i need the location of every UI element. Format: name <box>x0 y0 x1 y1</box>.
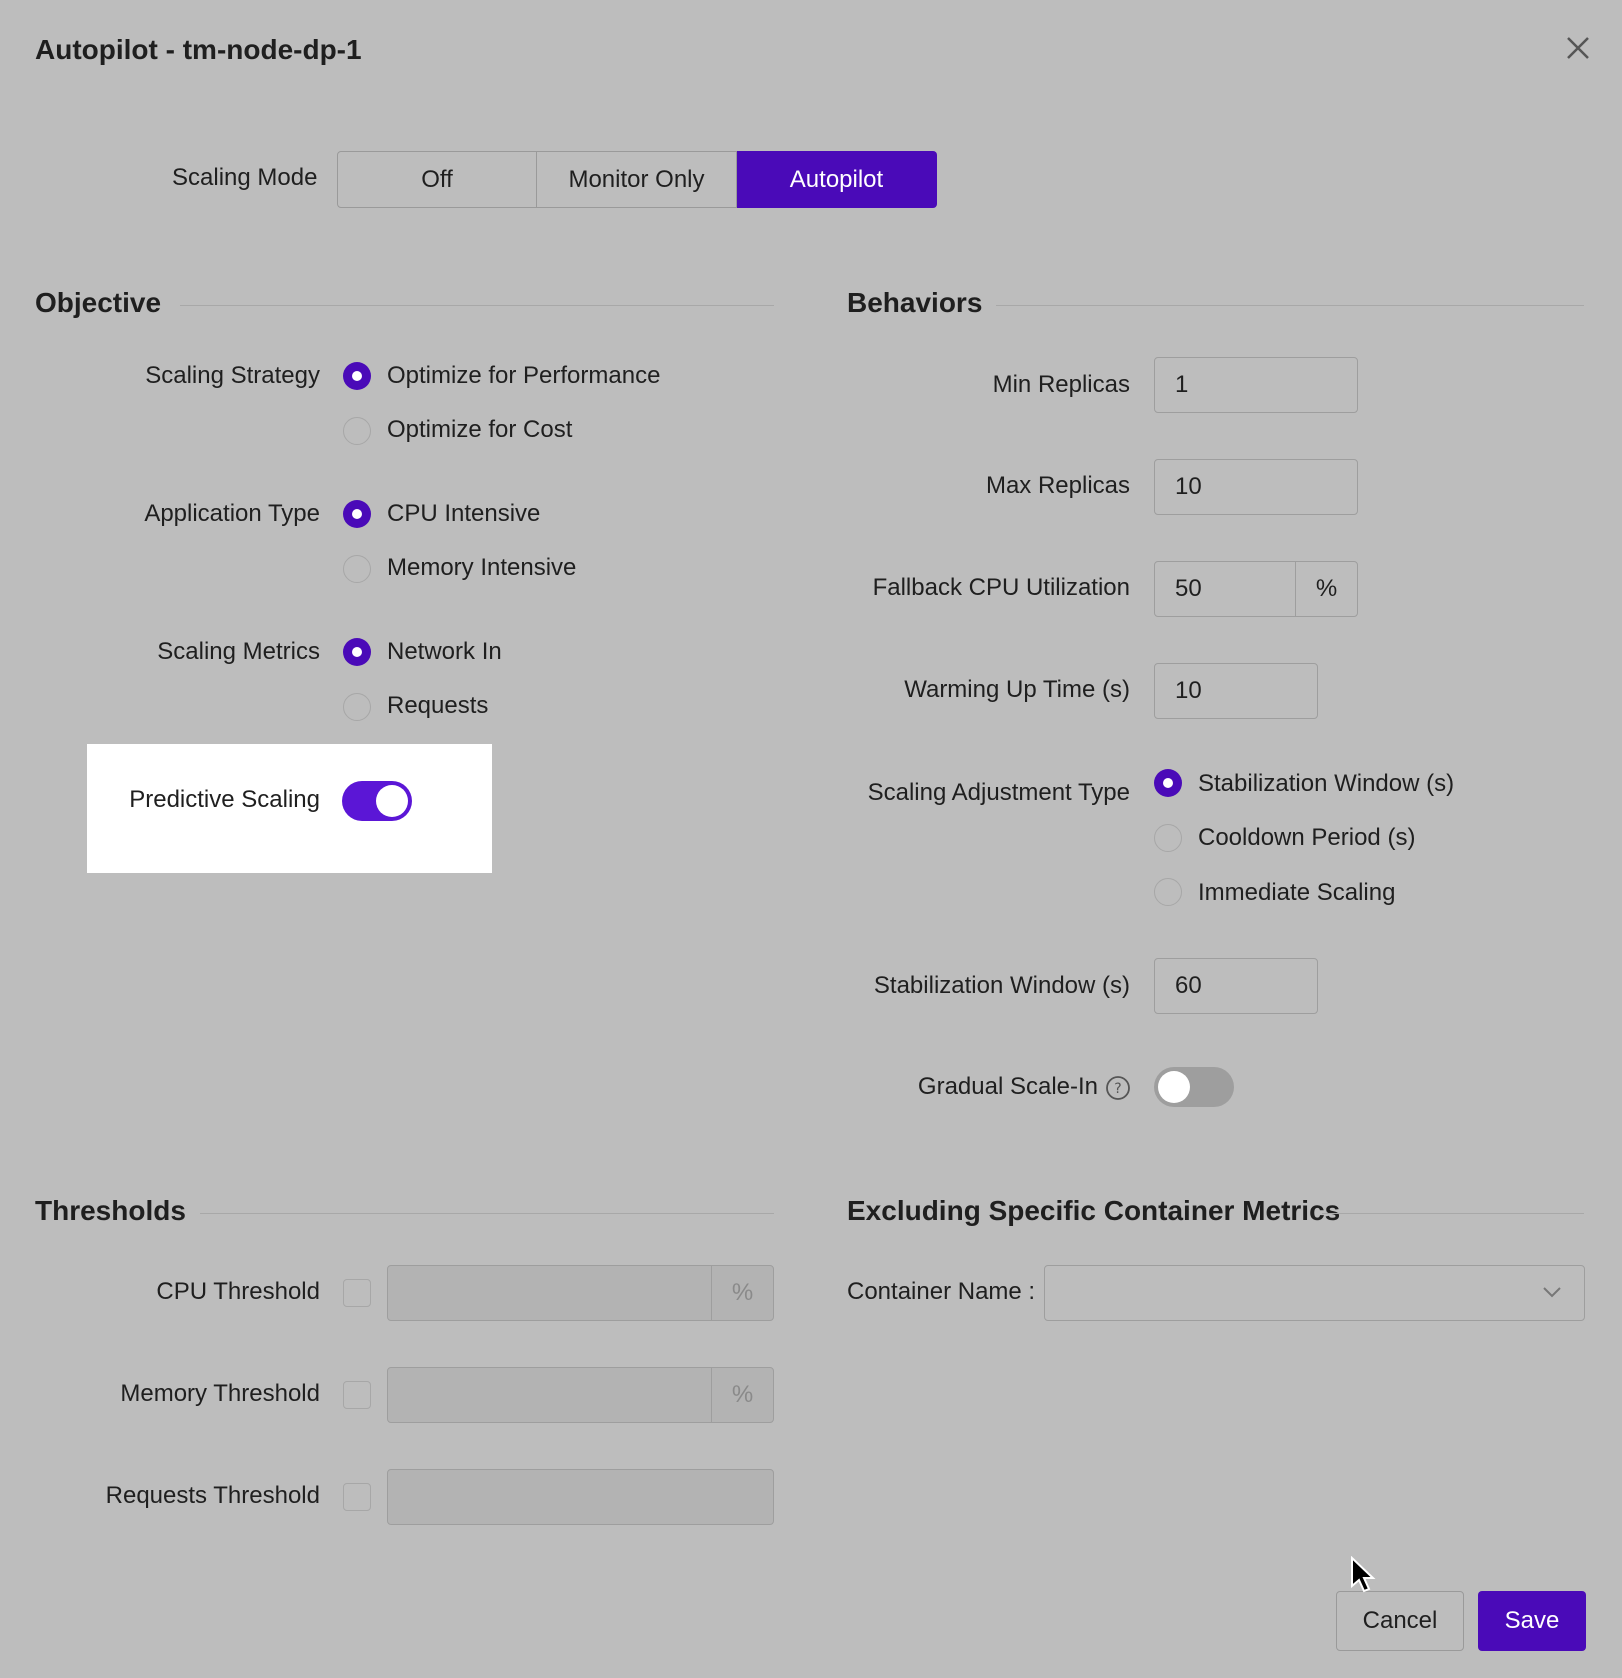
help-icon[interactable]: ? <box>1105 1075 1131 1101</box>
cancel-button[interactable]: Cancel <box>1336 1591 1464 1651</box>
cpu-threshold-input[interactable] <box>387 1265 712 1321</box>
cpu-threshold-label: CPU Threshold <box>156 1278 320 1305</box>
stabilization-window-label: Stabilization Window (s) <box>873 972 1130 999</box>
section-thresholds-heading: Thresholds <box>35 1195 186 1226</box>
option-stabilization-window[interactable]: Stabilization Window (s) <box>1198 770 1454 798</box>
scaling-mode-autopilot[interactable]: Autopilot <box>737 151 937 208</box>
application-type-label: Application Type <box>144 500 320 527</box>
radio-stabilization-window[interactable] <box>1154 769 1182 797</box>
mouse-cursor-icon <box>1350 1555 1376 1599</box>
requests-threshold-label: Requests Threshold <box>105 1482 320 1509</box>
fallback-cpu-input[interactable]: 50 <box>1154 561 1296 617</box>
toggle-knob <box>1158 1071 1190 1103</box>
option-optimize-performance[interactable]: Optimize for Performance <box>387 362 660 390</box>
gradual-scale-in-toggle[interactable] <box>1154 1067 1234 1107</box>
radio-requests[interactable] <box>343 693 371 721</box>
radio-cooldown-period[interactable] <box>1154 824 1182 852</box>
option-network-in[interactable]: Network In <box>387 638 502 666</box>
predictive-scaling-label: Predictive Scaling <box>129 786 320 813</box>
option-requests[interactable]: Requests <box>387 692 488 720</box>
scaling-strategy-label: Scaling Strategy <box>145 362 320 389</box>
option-optimize-cost[interactable]: Optimize for Cost <box>387 416 572 444</box>
warming-up-input[interactable]: 10 <box>1154 663 1318 719</box>
container-name-label: Container Name : <box>847 1278 1036 1305</box>
section-excluding-heading: Excluding Specific Container Metrics <box>847 1195 1341 1226</box>
radio-memory-intensive[interactable] <box>343 555 371 583</box>
option-cpu-intensive[interactable]: CPU Intensive <box>387 500 540 528</box>
excluding-divider <box>1322 1213 1584 1214</box>
option-cooldown-period[interactable]: Cooldown Period (s) <box>1198 824 1415 852</box>
max-replicas-label: Max Replicas <box>985 472 1130 499</box>
dialog-title: Autopilot - tm-node-dp-1 <box>35 34 362 65</box>
fallback-cpu-label: Fallback CPU Utilization <box>872 574 1130 601</box>
requests-threshold-input[interactable] <box>387 1469 774 1525</box>
cpu-threshold-checkbox[interactable] <box>343 1279 371 1307</box>
section-behaviors-heading: Behaviors <box>847 287 983 318</box>
toggle-knob <box>376 785 408 817</box>
memory-threshold-unit: % <box>711 1367 774 1423</box>
radio-optimize-cost[interactable] <box>343 417 371 445</box>
max-replicas-input[interactable]: 10 <box>1154 459 1358 515</box>
gradual-scale-in-label: Gradual Scale-In <box>917 1073 1098 1100</box>
requests-threshold-checkbox[interactable] <box>343 1483 371 1511</box>
scaling-mode-label: Scaling Mode <box>172 164 318 191</box>
save-button[interactable]: Save <box>1478 1591 1586 1651</box>
fallback-cpu-unit: % <box>1295 561 1358 617</box>
section-objective-heading: Objective <box>35 287 162 318</box>
predictive-scaling-toggle[interactable] <box>342 781 412 821</box>
option-memory-intensive[interactable]: Memory Intensive <box>387 554 576 582</box>
thresholds-divider <box>200 1213 774 1214</box>
scaling-mode-segmented-control: Off Monitor Only Autopilot <box>337 151 937 208</box>
memory-threshold-checkbox[interactable] <box>343 1381 371 1409</box>
memory-threshold-input[interactable] <box>387 1367 712 1423</box>
container-name-select[interactable] <box>1044 1265 1585 1321</box>
scaling-metrics-label: Scaling Metrics <box>157 638 320 665</box>
behaviors-divider <box>996 305 1584 306</box>
close-icon[interactable] <box>1562 32 1594 64</box>
objective-divider <box>180 305 774 306</box>
radio-network-in[interactable] <box>343 638 371 666</box>
min-replicas-label: Min Replicas <box>992 371 1130 398</box>
svg-text:?: ? <box>1114 1081 1121 1097</box>
radio-cpu-intensive[interactable] <box>343 500 371 528</box>
option-immediate-scaling[interactable]: Immediate Scaling <box>1198 879 1395 907</box>
chevron-down-icon <box>1540 1280 1564 1311</box>
memory-threshold-label: Memory Threshold <box>120 1380 320 1407</box>
radio-optimize-performance[interactable] <box>343 362 371 390</box>
scaling-mode-off[interactable]: Off <box>337 151 537 208</box>
scaling-adjustment-type-label: Scaling Adjustment Type <box>867 779 1130 806</box>
min-replicas-input[interactable]: 1 <box>1154 357 1358 413</box>
radio-immediate-scaling[interactable] <box>1154 878 1182 906</box>
stabilization-window-input[interactable]: 60 <box>1154 958 1318 1014</box>
scaling-mode-monitor-only[interactable]: Monitor Only <box>537 151 737 208</box>
warming-up-label: Warming Up Time (s) <box>904 676 1130 703</box>
cpu-threshold-unit: % <box>711 1265 774 1321</box>
